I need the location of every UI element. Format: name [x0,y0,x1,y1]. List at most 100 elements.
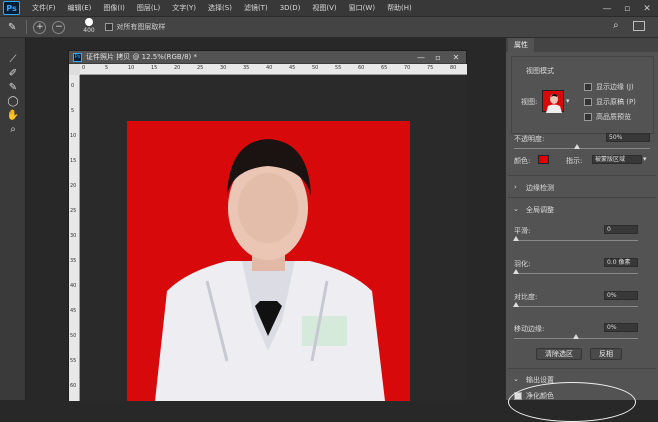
feather-slider-handle[interactable] [513,269,519,274]
chevron-down-icon[interactable]: ▾ [643,155,647,163]
ruler-label: 55 [335,65,342,71]
ruler-label: 50 [312,65,319,71]
shift-edge-slider-handle[interactable] [573,334,579,339]
show-original-checkbox[interactable] [584,98,592,106]
properties-tab-bar: 属性 [506,38,658,52]
refine-edge-brush-icon[interactable]: ✐ [0,66,26,80]
ruler-label: 75 [427,65,434,71]
separator [26,20,28,34]
overlay-color-swatch[interactable] [538,155,549,164]
doc-minimize-icon[interactable]: — [414,51,428,63]
menu-3d[interactable]: 3D(D) [280,4,301,12]
feather-field[interactable]: 0.0 像素 [604,258,638,267]
indicate-label: 指示: [566,157,583,165]
sample-all-layers-label: 对所有图层取样 [116,23,166,31]
show-edge-label: 显示边缘 (J) [596,83,634,91]
document-tab[interactable]: Ps 证件照片 拷贝 @ 12.5%(RGB/8) * [69,51,466,64]
ruler-label: 20 [174,65,181,71]
menu-image[interactable]: 图像(I) [103,3,125,13]
menu-window[interactable]: 窗口(W) [349,3,375,13]
ruler-label: 25 [197,65,204,71]
divider [508,175,656,176]
ruler-label: 30 [70,233,77,239]
menu-select[interactable]: 选择(S) [208,3,232,13]
brush-size-value: 400 [83,27,95,34]
menu-type[interactable]: 文字(Y) [172,3,196,13]
brush-size-picker[interactable]: 400 [82,18,96,36]
photoshop-logo: Ps [3,1,20,15]
opacity-slider-handle[interactable] [574,144,580,149]
zoom-icon[interactable]: ⌕ [0,122,26,136]
brush-tool-icon[interactable]: ✎ [8,22,16,33]
ruler-label: 50 [70,333,77,339]
contrast-field[interactable]: 0% [604,291,638,300]
minimize-icon[interactable]: — [596,0,618,17]
ruler-label: 30 [220,65,227,71]
view-label: 视图: [521,98,538,106]
chevron-right-icon[interactable]: › [514,183,517,191]
edge-detect-section[interactable]: 边缘检测 [526,183,554,193]
ruler-label: 80 [450,65,457,71]
canvas-area[interactable] [80,75,467,401]
doc-maximize-icon[interactable]: ▫ [431,51,445,63]
id-photo-image[interactable] [127,121,410,401]
menu-view[interactable]: 视图(V) [312,3,336,13]
vertical-ruler: 0 5 10 15 20 25 30 35 40 45 50 55 60 [69,75,80,401]
sample-all-layers-checkbox[interactable] [105,23,114,31]
maximize-icon[interactable]: ▫ [616,0,638,17]
search-icon[interactable]: ⌕ [613,20,619,31]
chevron-down-icon[interactable]: ⌄ [513,205,519,213]
divider [508,197,656,198]
show-original-label: 显示原稿 (P) [596,98,636,106]
clear-selection-button[interactable]: 清除选区 [536,348,582,360]
ruler-label: 45 [289,65,296,71]
invert-button[interactable]: 反相 [590,348,622,360]
doc-close-icon[interactable]: ✕ [449,51,463,63]
ruler-label: 65 [381,65,388,71]
lasso-icon[interactable]: ◯ [0,94,26,108]
properties-tab[interactable]: 属性 [508,38,534,52]
document-title: 证件照片 拷贝 @ 12.5%(RGB/8) * [86,53,198,61]
ruler-label: 5 [105,65,109,71]
ruler-label: 15 [70,158,77,164]
quick-selection-icon[interactable]: ⟋ [0,52,26,66]
ruler-label: 20 [70,183,77,189]
chevron-down-icon[interactable]: ▾ [566,97,570,105]
shift-edge-field[interactable]: 0% [604,323,638,332]
ruler-label: 55 [70,358,77,364]
contrast-slider-handle[interactable] [513,302,519,307]
workspace-icon[interactable] [633,21,645,31]
subtract-from-selection-icon[interactable]: − [52,20,66,34]
indicate-select[interactable]: 被蒙版区域 [592,155,642,164]
shift-edge-label: 移动边缘: [514,325,545,333]
options-bar: ✎ + − 对所有图层取样 ⌕ [0,17,658,38]
feather-slider[interactable] [514,273,638,274]
add-to-selection-icon[interactable]: + [33,20,47,34]
brush-icon[interactable]: ✎ [0,80,26,94]
smooth-field[interactable]: 0 [604,225,638,234]
smooth-slider-handle[interactable] [513,236,519,241]
view-thumbnail[interactable] [542,90,564,113]
opacity-label: 不透明度: [514,135,545,143]
document-window: Ps 证件照片 拷贝 @ 12.5%(RGB/8) * — ▫ ✕ 0 5 10… [68,50,467,401]
menu-layer[interactable]: 图层(L) [137,3,160,13]
show-edge-checkbox[interactable] [584,83,592,91]
close-icon[interactable]: ✕ [636,0,658,17]
opacity-slider[interactable] [514,148,650,149]
ruler-label: 15 [151,65,158,71]
global-refine-section[interactable]: 全局调整 [526,205,554,215]
chevron-down-icon[interactable]: ⌄ [513,375,519,383]
ruler-corner [69,64,80,75]
hq-preview-label: 高品质预览 [596,113,631,121]
ruler-label: 40 [266,65,273,71]
opacity-field[interactable]: 50% [606,133,650,142]
menu-help[interactable]: 帮助(H) [387,3,412,13]
menu-file[interactable]: 文件(F) [32,3,56,13]
hq-preview-checkbox[interactable] [584,113,592,121]
feather-label: 羽化: [514,260,531,268]
contrast-slider[interactable] [514,306,638,307]
menu-filter[interactable]: 滤镜(T) [244,3,268,13]
hand-icon[interactable]: ✋ [0,108,26,122]
smooth-slider[interactable] [514,240,638,241]
menu-edit[interactable]: 编辑(E) [68,3,92,13]
